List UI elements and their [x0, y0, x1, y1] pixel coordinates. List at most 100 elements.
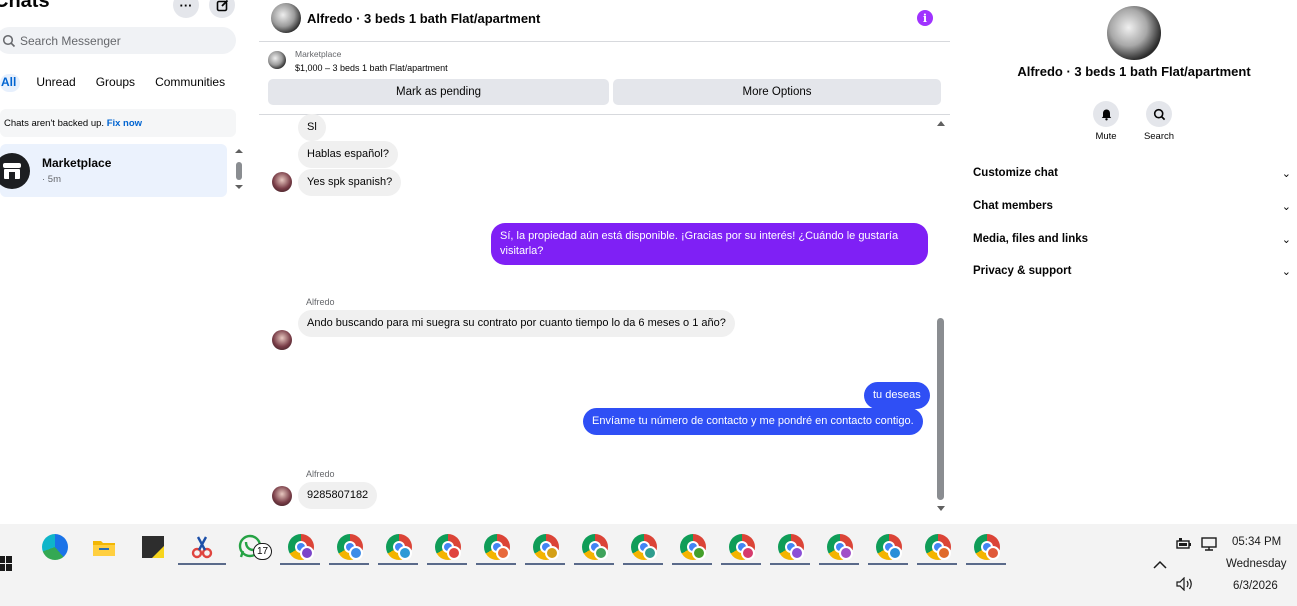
snipping-tool-icon[interactable]: [189, 534, 215, 560]
mark-as-pending-button[interactable]: Mark as pending: [268, 79, 609, 105]
file-explorer-icon[interactable]: [91, 534, 117, 560]
section-label: Customize chat: [973, 167, 1058, 179]
app-underline: [427, 563, 467, 565]
search-in-chat-button[interactable]: Search: [1139, 101, 1179, 142]
chrome-profile-icon[interactable]: [582, 534, 608, 560]
info-icon[interactable]: i: [917, 10, 933, 26]
section-label: Privacy & support: [973, 265, 1072, 277]
chrome-profile-icon[interactable]: [337, 534, 363, 560]
message-incoming[interactable]: 9285807182: [298, 482, 378, 509]
network-icon[interactable]: [1200, 537, 1218, 552]
chrome-profile-icon[interactable]: [778, 534, 804, 560]
message-list: Sl Hablas español? Yes spk spanish? Sí, …: [259, 114, 950, 524]
messenger-app: Chats ··· Search Messenger All Unread Gr…: [0, 0, 1297, 524]
chrome-profile-icon[interactable]: [533, 534, 559, 560]
sender-avatar[interactable]: [272, 330, 292, 350]
app-underline: [966, 563, 1006, 565]
chrome-profile-icon[interactable]: [435, 534, 461, 560]
section-label: Chat members: [973, 200, 1053, 212]
section-chat-members[interactable]: Chat members ⌄: [973, 200, 1291, 213]
app-underline: [280, 563, 320, 565]
listing-avatar[interactable]: [271, 3, 301, 33]
chat-details-pane: Alfredo · 3 beds 1 bath Flat/apartment M…: [961, 0, 1297, 524]
clock-day[interactable]: Wednesday: [1226, 558, 1287, 570]
filter-communities[interactable]: Communities: [155, 74, 225, 92]
marketplace-store-icon: [0, 153, 30, 189]
clock-date[interactable]: 6/3/2026: [1233, 580, 1278, 592]
sender-name: Alfredo: [306, 469, 335, 479]
active-app-indicator: [178, 563, 226, 565]
search-input[interactable]: Search Messenger: [0, 27, 236, 54]
search-icon: [2, 34, 16, 47]
sticky-notes-icon[interactable]: [140, 534, 166, 560]
listing-price[interactable]: $1,000 – 3 beds 1 bath Flat/apartment: [295, 63, 448, 73]
app-underline: [868, 563, 908, 565]
more-options-icon[interactable]: ···: [173, 0, 199, 18]
message-incoming[interactable]: Hablas español?: [298, 141, 398, 168]
backup-notice: Chats aren't backed up. Fix now: [0, 109, 236, 137]
new-message-icon[interactable]: [209, 0, 235, 18]
chrome-profile-icon[interactable]: [974, 534, 1000, 560]
marketplace-label: Marketplace: [295, 49, 342, 59]
speaker-icon[interactable]: [1176, 577, 1194, 591]
filter-all[interactable]: All: [0, 74, 21, 92]
message-outgoing[interactable]: Envíame tu número de contacto y me pondr…: [583, 408, 923, 435]
chat-list-scrollbar[interactable]: [233, 146, 245, 192]
app-underline: [770, 563, 810, 565]
details-title: Alfredo · 3 beds 1 bath Flat/apartment: [1017, 64, 1251, 79]
chat-list-item-marketplace[interactable]: Marketplace · 5m: [0, 144, 227, 197]
message-incoming[interactable]: Ando buscando para mi suegra su contrato…: [298, 310, 735, 337]
section-media-files-links[interactable]: Media, files and links ⌄: [973, 233, 1291, 246]
marketplace-listing-bar: Marketplace $1,000 – 3 beds 1 bath Flat/…: [259, 43, 950, 115]
search-label: Search: [1143, 131, 1175, 142]
filter-groups[interactable]: Groups: [96, 74, 135, 92]
filter-unread[interactable]: Unread: [36, 74, 75, 92]
chrome-profile-icon[interactable]: [631, 534, 657, 560]
sender-avatar[interactable]: [272, 486, 292, 506]
chrome-profile-icon[interactable]: [680, 534, 706, 560]
clock-time[interactable]: 05:34 PM: [1232, 536, 1281, 548]
sender-avatar[interactable]: [272, 172, 292, 192]
chrome-profile-icon[interactable]: [827, 534, 853, 560]
section-privacy-support[interactable]: Privacy & support ⌄: [973, 265, 1291, 278]
chrome-profile-icon[interactable]: [925, 534, 951, 560]
chrome-profile-icon[interactable]: [288, 534, 314, 560]
chat-filters: All Unread Groups Communities: [0, 74, 225, 92]
chrome-profile-icon[interactable]: [484, 534, 510, 560]
chrome-profile-icon[interactable]: [386, 534, 412, 560]
message-outgoing[interactable]: Sí, la propiedad aún está disponible. ¡G…: [491, 223, 928, 265]
message-incoming[interactable]: Sl: [298, 114, 326, 141]
whatsapp-icon[interactable]: 17: [238, 534, 272, 560]
fix-now-link[interactable]: Fix now: [107, 118, 142, 129]
bell-icon: [1093, 101, 1119, 127]
chevron-down-icon: ⌄: [1281, 234, 1291, 246]
chrome-profile-icon[interactable]: [729, 534, 755, 560]
app-underline: [917, 563, 957, 565]
app-underline: [574, 563, 614, 565]
battery-icon[interactable]: [1176, 538, 1192, 550]
windows-start-icon[interactable]: [0, 556, 12, 572]
search-icon: [1146, 101, 1172, 127]
chevron-down-icon: ⌄: [1281, 201, 1291, 213]
chat-time: · 5m: [42, 174, 61, 185]
message-outgoing[interactable]: tu deseas: [864, 382, 930, 409]
app-underline: [525, 563, 565, 565]
message-incoming[interactable]: Yes spk spanish?: [298, 169, 402, 196]
scrollbar-thumb[interactable]: [937, 318, 944, 500]
chrome-profile-icon[interactable]: [876, 534, 902, 560]
listing-profile-image[interactable]: [1107, 6, 1161, 60]
chevron-down-icon: ⌄: [1281, 266, 1291, 278]
chevron-up-icon[interactable]: [1153, 560, 1167, 570]
chat-list-pane: Chats ··· Search Messenger All Unread Gr…: [0, 0, 248, 524]
chats-title: Chats: [0, 0, 50, 12]
conversation-pane: Alfredo · 3 beds 1 bath Flat/apartment i…: [259, 0, 950, 524]
mute-button[interactable]: Mute: [1086, 101, 1126, 142]
more-options-button[interactable]: More Options: [613, 79, 941, 105]
chat-name: Marketplace: [42, 156, 112, 170]
edge-browser-icon[interactable]: [42, 534, 68, 560]
windows-taskbar: 17 05:34 PM Wednesday 6/3/2026: [0, 524, 1297, 606]
app-underline: [476, 563, 516, 565]
search-placeholder: Search Messenger: [20, 33, 121, 48]
section-customize-chat[interactable]: Customize chat ⌄: [973, 167, 1291, 180]
conversation-title[interactable]: Alfredo · 3 beds 1 bath Flat/apartment: [307, 11, 540, 26]
